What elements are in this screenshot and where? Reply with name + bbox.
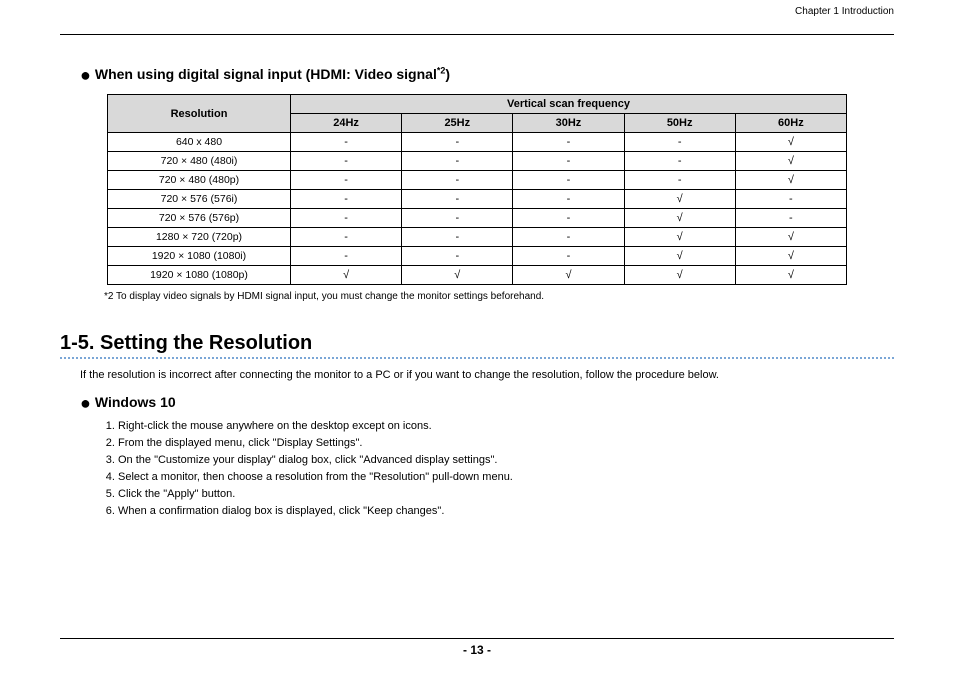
resolution-cell: 1920 × 1080 (1080i) [108,247,291,266]
table-row: 720 × 576 (576p)---√- [108,209,847,228]
resolution-cell: 720 × 576 (576i) [108,190,291,209]
freq-cell: - [624,133,735,152]
sub-heading-title: Windows 10 [95,394,176,410]
resolution-cell: 720 × 480 (480p) [108,171,291,190]
intro-text: If the resolution is incorrect after con… [80,369,894,381]
freq-cell: - [513,152,624,171]
col-vsf: Vertical scan frequency [291,95,847,114]
header-rule [60,34,894,35]
freq-cell: - [291,133,402,152]
freq-cell: √ [735,152,846,171]
freq-24: 24Hz [291,114,402,133]
freq-cell: - [402,228,513,247]
freq-cell: √ [291,266,402,285]
table-row: 720 × 576 (576i)---√- [108,190,847,209]
table-footnote: *2 To display video signals by HDMI sign… [104,291,894,302]
freq-cell: √ [735,247,846,266]
dotted-rule [60,357,894,359]
freq-cell: √ [624,266,735,285]
freq-cell: - [291,152,402,171]
freq-cell: √ [624,247,735,266]
list-item: When a confirmation dialog box is displa… [118,505,894,517]
freq-cell: √ [624,228,735,247]
freq-cell: √ [735,133,846,152]
table-row: 720 × 480 (480i)----√ [108,152,847,171]
resolution-table: Resolution Vertical scan frequency 24Hz … [107,94,847,285]
resolution-cell: 640 x 480 [108,133,291,152]
list-item: From the displayed menu, click "Display … [118,437,894,449]
col-resolution: Resolution [108,95,291,133]
major-heading-number: 1-5. [60,332,94,354]
freq-cell: - [513,133,624,152]
section-hdmi-title-suffix: ) [445,66,450,82]
freq-50: 50Hz [624,114,735,133]
freq-cell: - [291,209,402,228]
freq-cell: - [735,190,846,209]
freq-cell: - [402,152,513,171]
freq-30: 30Hz [513,114,624,133]
freq-cell: √ [624,209,735,228]
freq-cell: - [624,152,735,171]
list-item: Select a monitor, then choose a resoluti… [118,471,894,483]
freq-cell: - [291,228,402,247]
freq-cell: - [291,171,402,190]
page-footer: - 13 - [60,638,894,657]
freq-cell: - [291,247,402,266]
table-row: 1920 × 1080 (1080p)√√√√√ [108,266,847,285]
freq-cell: - [513,190,624,209]
list-item: On the "Customize your display" dialog b… [118,454,894,466]
major-heading-title: Setting the Resolution [100,332,312,354]
table-row: 1920 × 1080 (1080i)---√√ [108,247,847,266]
freq-cell: √ [624,190,735,209]
steps-list: Right-click the mouse anywhere on the de… [100,420,894,517]
freq-25: 25Hz [402,114,513,133]
freq-cell: √ [735,228,846,247]
table-row: 720 × 480 (480p)----√ [108,171,847,190]
section-hdmi-heading: ●When using digital signal input (HDMI: … [80,65,894,86]
freq-cell: - [513,209,624,228]
list-item: Right-click the mouse anywhere on the de… [118,420,894,432]
list-item: Click the "Apply" button. [118,488,894,500]
page-number: - 13 - [463,643,491,657]
table-row: 640 x 480----√ [108,133,847,152]
freq-cell: - [402,190,513,209]
table-row: 1280 × 720 (720p)---√√ [108,228,847,247]
resolution-cell: 720 × 576 (576p) [108,209,291,228]
freq-cell: - [513,228,624,247]
chapter-label: Chapter 1 Introduction [795,6,894,17]
resolution-cell: 720 × 480 (480i) [108,152,291,171]
bullet-icon: ● [80,65,91,85]
freq-cell: - [402,171,513,190]
freq-cell: - [291,190,402,209]
freq-cell: - [735,209,846,228]
freq-cell: √ [735,266,846,285]
major-heading: 1-5. Setting the Resolution [60,332,894,357]
freq-cell: - [513,171,624,190]
freq-cell: - [402,133,513,152]
section-hdmi-title-prefix: When using digital signal input (HDMI: V… [95,66,437,82]
freq-cell: - [402,247,513,266]
sub-heading-windows10: ●Windows 10 [80,393,894,414]
bullet-icon: ● [80,393,91,413]
freq-cell: √ [735,171,846,190]
freq-cell: √ [402,266,513,285]
freq-60: 60Hz [735,114,846,133]
resolution-cell: 1920 × 1080 (1080p) [108,266,291,285]
resolution-cell: 1280 × 720 (720p) [108,228,291,247]
freq-cell: - [513,247,624,266]
freq-cell: - [624,171,735,190]
freq-cell: - [402,209,513,228]
freq-cell: √ [513,266,624,285]
